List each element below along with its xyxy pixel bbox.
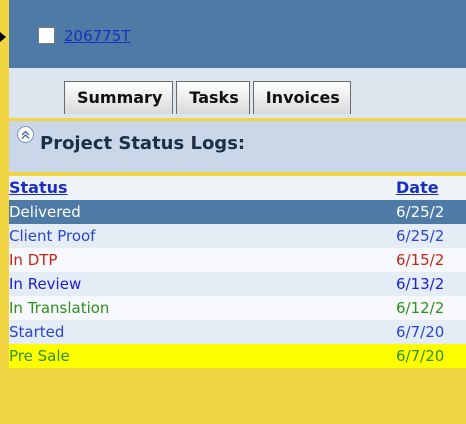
table-row[interactable]: In DTP 6/15/2 [9,248,466,272]
table-row[interactable]: Pre Sale 6/7/20 [9,344,466,368]
date-cell: 6/15/2 [396,251,445,269]
collapse-icon[interactable] [17,126,34,143]
status-cell: Delivered [9,203,81,221]
status-cell: Pre Sale [9,347,70,365]
table-row[interactable]: Delivered 6/25/2 [9,200,466,224]
column-header-status[interactable]: Status [9,176,396,200]
date-cell: 6/25/2 [396,227,445,245]
project-id-link[interactable]: 206775T [64,27,130,45]
date-cell: 6/25/2 [396,203,445,221]
status-cell: In Review [9,275,82,293]
table-row[interactable]: Started 6/7/20 [9,320,466,344]
status-cell: Client Proof [9,227,96,245]
panel-title: Project Status Logs: [40,133,246,154]
table-row[interactable]: In Translation 6/12/2 [9,296,466,320]
status-cell: Started [9,323,65,341]
date-cell: 6/7/20 [396,323,445,341]
table-header-row: Status Date [9,176,466,200]
status-cell: In DTP [9,251,58,269]
table-row[interactable]: In Review 6/13/2 [9,272,466,296]
table-row[interactable]: Client Proof 6/25/2 [9,224,466,248]
tab-invoices[interactable]: Invoices [252,81,351,114]
tab-tasks[interactable]: Tasks [176,81,250,114]
status-log-table: Status Date Delivered 6/25/2 Client Proof 6… [9,176,466,368]
expand-arrow-icon[interactable] [0,32,6,42]
date-cell: 6/12/2 [396,299,445,317]
tab-bar: Summary Tasks Invoices [64,81,354,114]
double-chevron-up-icon [21,130,30,139]
date-cell: 6/7/20 [396,347,445,365]
status-cell: In Translation [9,299,110,317]
column-header-date[interactable]: Date [396,176,466,200]
tab-summary[interactable]: Summary [64,81,174,114]
project-select-checkbox[interactable] [38,27,55,44]
date-cell: 6/13/2 [396,275,445,293]
